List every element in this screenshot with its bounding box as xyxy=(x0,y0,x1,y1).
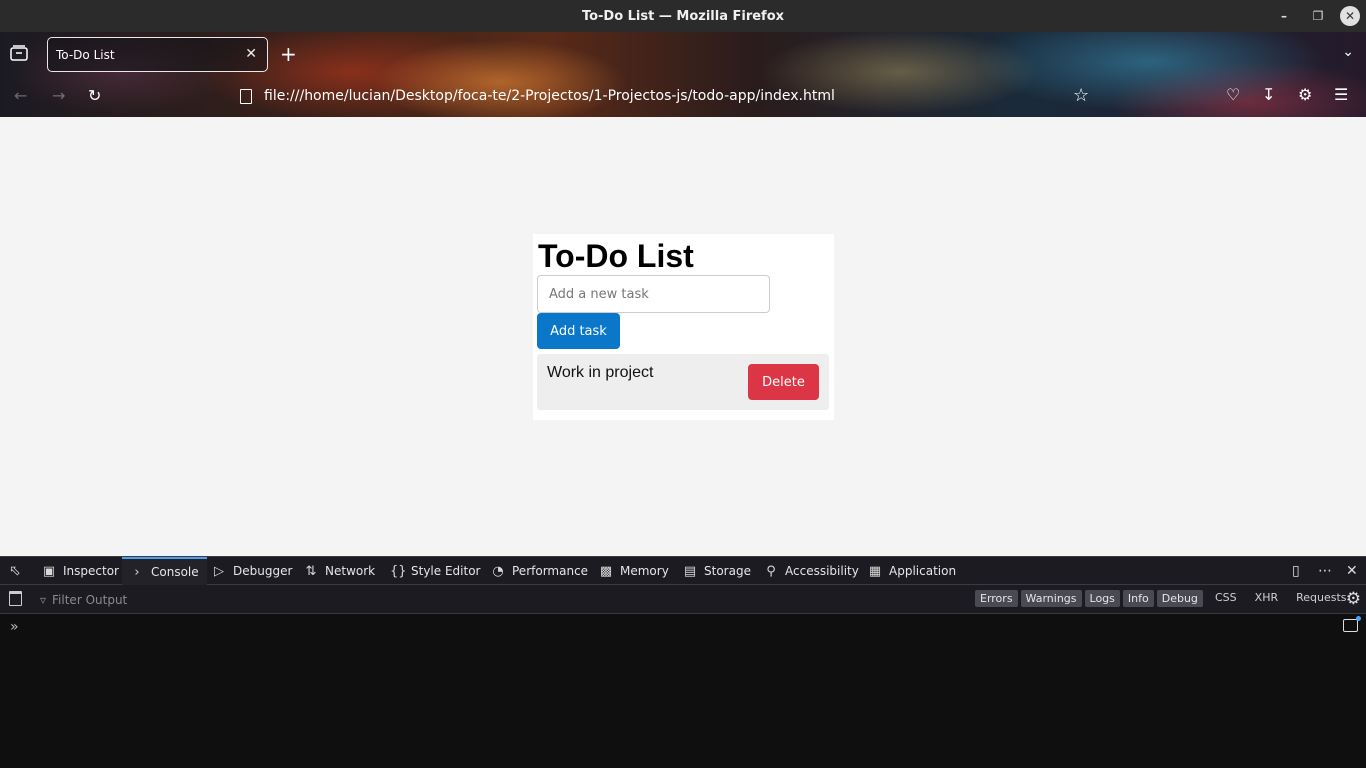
add-task-button[interactable]: Add task xyxy=(537,313,620,349)
tab-console[interactable]: › Console xyxy=(122,557,207,585)
task-input[interactable] xyxy=(537,275,770,313)
window-title: To-Do List — Mozilla Firefox xyxy=(581,8,785,24)
page-icon xyxy=(240,88,252,104)
devtools-panel: ⬁ ▣ Inspector › Console ▷ Debugger ⇅ Net… xyxy=(0,556,1366,768)
menu-icon[interactable]: ☰ xyxy=(1334,85,1348,104)
filter-warnings[interactable]: Warnings xyxy=(1020,590,1082,607)
tab-performance[interactable]: ◔ Performance xyxy=(483,557,596,585)
filter-info[interactable]: Info xyxy=(1122,590,1154,607)
filter-debug[interactable]: Debug xyxy=(1156,590,1203,607)
console-prompt-icon[interactable]: » xyxy=(10,619,19,635)
accessibility-icon: ⚲ xyxy=(766,563,776,579)
filter-logs[interactable]: Logs xyxy=(1084,590,1120,607)
maximize-icon[interactable]: ❐ xyxy=(1306,4,1330,28)
todo-container: To-Do List Add task Work in project Dele… xyxy=(533,234,834,420)
memory-icon: ▩ xyxy=(599,563,613,579)
inspector-icon: ▣ xyxy=(42,563,56,579)
new-tab-icon[interactable]: + xyxy=(280,42,297,66)
filter-placeholder: Filter Output xyxy=(52,592,128,607)
application-icon: ▦ xyxy=(868,563,882,579)
task-text: Work in project xyxy=(547,364,654,381)
tab-label: Network xyxy=(325,564,376,578)
tab-style-editor[interactable]: {} Style Editor xyxy=(382,557,488,585)
browser-chrome: To-Do List ✕ + ⌄ ← → ↻ file:///home/luci… xyxy=(0,32,1366,117)
window-titlebar: To-Do List — Mozilla Firefox – ❐ ✕ xyxy=(0,0,1366,32)
forward-icon[interactable]: → xyxy=(52,86,65,105)
tab-network[interactable]: ⇅ Network xyxy=(296,557,383,585)
debugger-icon: ▷ xyxy=(214,563,224,579)
notification-dot xyxy=(1356,616,1361,621)
filter-icon: ▿ xyxy=(40,592,47,607)
tab-label: Application xyxy=(889,564,957,578)
reload-icon[interactable]: ↻ xyxy=(88,86,101,105)
delete-button[interactable]: Delete xyxy=(748,364,819,400)
tab-label: Style Editor xyxy=(411,564,481,578)
tab-label: Performance xyxy=(512,564,589,578)
tab-label: Inspector xyxy=(63,564,119,578)
page-title: To-Do List xyxy=(538,238,694,274)
tab-close-icon[interactable]: ✕ xyxy=(245,46,257,62)
extra-filters: CSS XHR Requests xyxy=(1215,591,1347,604)
tab-todo-list[interactable]: To-Do List ✕ xyxy=(47,37,268,72)
more-options-icon[interactable]: ⋯ xyxy=(1318,563,1332,579)
tab-storage[interactable]: ▤ Storage xyxy=(675,557,759,585)
filter-output-input[interactable]: ▿ Filter Output xyxy=(40,589,940,610)
close-icon[interactable]: ✕ xyxy=(1340,6,1360,26)
list-item: Work in project Delete xyxy=(537,354,829,410)
log-level-filters: Errors Warnings Logs Info Debug xyxy=(975,590,1203,607)
style-editor-icon: {} xyxy=(390,563,407,579)
tab-debugger[interactable]: ▷ Debugger xyxy=(204,557,300,585)
firefox-view-icon[interactable] xyxy=(10,45,28,61)
tab-bar: To-Do List ✕ + ⌄ xyxy=(0,32,1366,76)
storage-icon: ▤ xyxy=(683,563,697,579)
tab-label: Memory xyxy=(620,564,669,578)
extensions-icon[interactable]: ⚙ xyxy=(1298,85,1312,104)
filter-xhr[interactable]: XHR xyxy=(1255,591,1278,604)
element-picker-icon[interactable]: ⬁ xyxy=(9,563,21,579)
list-all-tabs-icon[interactable]: ⌄ xyxy=(1342,44,1354,60)
close-devtools-icon[interactable]: ✕ xyxy=(1346,563,1358,579)
tab-memory[interactable]: ▩ Memory xyxy=(591,557,677,585)
downloads-icon[interactable]: ↧ xyxy=(1262,85,1275,104)
network-icon: ⇅ xyxy=(305,563,317,579)
page-content: To-Do List Add task Work in project Dele… xyxy=(0,117,1366,556)
performance-icon: ◔ xyxy=(492,563,504,579)
console-icon: › xyxy=(134,564,140,580)
filter-requests[interactable]: Requests xyxy=(1296,591,1346,604)
split-console-icon[interactable] xyxy=(1343,619,1358,632)
bookmark-star-icon[interactable]: ☆ xyxy=(1073,85,1089,106)
url-text: file:///home/lucian/Desktop/foca-te/2-Pr… xyxy=(264,88,835,104)
devtools-tabs: ⬁ ▣ Inspector › Console ▷ Debugger ⇅ Net… xyxy=(0,556,1366,585)
filter-errors[interactable]: Errors xyxy=(975,590,1018,607)
tab-label: Console xyxy=(151,565,199,579)
minimize-icon[interactable]: – xyxy=(1272,4,1296,28)
responsive-mode-icon[interactable]: ▯ xyxy=(1292,563,1300,579)
pocket-icon[interactable]: ♡ xyxy=(1226,85,1240,104)
console-toolbar: ▿ Filter Output Errors Warnings Logs Inf… xyxy=(0,585,1366,614)
tab-label: Storage xyxy=(704,564,751,578)
tab-inspector[interactable]: ▣ Inspector xyxy=(34,557,127,585)
console-settings-icon[interactable]: ⚙ xyxy=(1346,589,1361,609)
url-bar[interactable]: file:///home/lucian/Desktop/foca-te/2-Pr… xyxy=(232,80,1112,112)
nav-bar: ← → ↻ file:///home/lucian/Desktop/foca-t… xyxy=(0,76,1366,117)
back-icon[interactable]: ← xyxy=(14,86,27,105)
filter-css[interactable]: CSS xyxy=(1215,591,1237,604)
tab-accessibility[interactable]: ⚲ Accessibility xyxy=(756,557,867,585)
tab-label: Debugger xyxy=(233,564,293,578)
tab-label: Accessibility xyxy=(785,564,859,578)
tab-application[interactable]: ▦ Application xyxy=(860,557,964,585)
trash-icon[interactable] xyxy=(9,591,22,606)
tab-title: To-Do List xyxy=(56,47,115,62)
window-controls: – ❐ ✕ xyxy=(1272,4,1360,28)
